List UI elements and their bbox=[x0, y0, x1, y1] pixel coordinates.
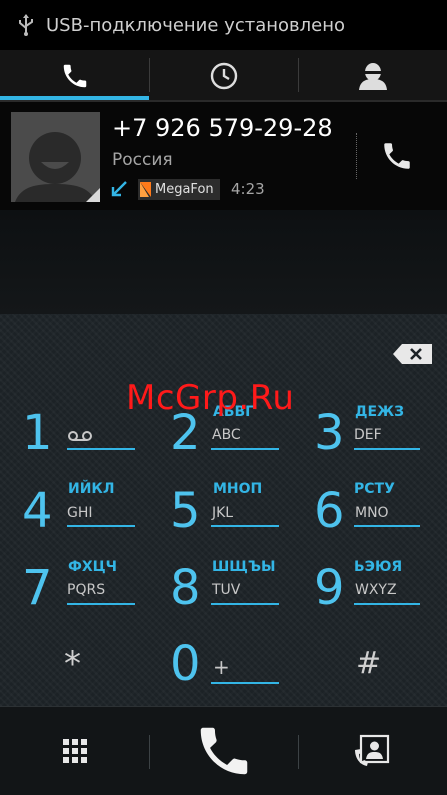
dial-key-5[interactable]: 5 МНОП JKL bbox=[170, 481, 285, 559]
key-underline bbox=[211, 682, 279, 684]
action-bar bbox=[0, 706, 447, 795]
key-latin-letters: GHI bbox=[67, 505, 93, 521]
key-latin-letters: TUV bbox=[212, 582, 241, 598]
dial-key-9[interactable]: 9 ЬЭЮЯ WXYZ bbox=[314, 559, 429, 636]
action-divider bbox=[149, 735, 150, 769]
action-divider bbox=[298, 735, 299, 769]
call-location: Россия bbox=[112, 150, 173, 170]
key-latin-letters: MNO bbox=[355, 505, 389, 521]
dialpad-toggle-button[interactable] bbox=[40, 707, 110, 795]
dial-key-1[interactable]: 1 bbox=[22, 407, 137, 481]
key-digit: 4 bbox=[22, 483, 53, 539]
call-duration: 4:23 bbox=[231, 180, 265, 198]
contacts-button[interactable] bbox=[336, 707, 406, 795]
clock-icon bbox=[210, 62, 237, 90]
dial-key-8[interactable]: 8 ШЩЪЫ TUV bbox=[170, 559, 285, 636]
key-underline bbox=[354, 603, 420, 605]
key-underline bbox=[67, 525, 135, 527]
key-cyrillic-letters: РСТУ bbox=[354, 481, 395, 497]
dial-key-0[interactable]: 0 + bbox=[170, 638, 285, 712]
incoming-arrow-icon bbox=[111, 181, 127, 197]
phone-number: +7 926 579-29-28 bbox=[112, 114, 333, 142]
status-bar: USB-подключение установлено bbox=[0, 0, 447, 50]
carrier-name: MegaFon bbox=[155, 182, 214, 197]
key-cyrillic-letters: ИЙКЛ bbox=[68, 481, 115, 497]
key-latin-letters: + bbox=[213, 655, 230, 679]
voicemail-icon bbox=[68, 431, 92, 441]
dial-key-4[interactable]: 4 ИЙКЛ GHI bbox=[22, 481, 137, 559]
person-icon bbox=[358, 63, 387, 90]
key-latin-letters: PQRS bbox=[67, 582, 106, 598]
dial-key-7[interactable]: 7 ФХЦЧ PQRS bbox=[22, 559, 137, 636]
key-underline bbox=[354, 525, 420, 527]
key-cyrillic-letters: ФХЦЧ bbox=[68, 559, 117, 575]
carrier-logo-icon bbox=[140, 182, 151, 197]
phone-icon bbox=[63, 64, 86, 88]
key-digit: * bbox=[64, 644, 81, 684]
dialpad-grid-icon bbox=[63, 739, 87, 763]
phone-icon bbox=[200, 727, 248, 775]
contact-card-icon bbox=[355, 734, 390, 766]
tab-phone[interactable] bbox=[0, 50, 149, 102]
entry-divider bbox=[356, 133, 357, 179]
key-cyrillic-letters: ДЕЖЗ bbox=[355, 404, 405, 420]
key-latin-letters: DEF bbox=[354, 427, 382, 443]
dial-key-star[interactable]: * bbox=[64, 642, 114, 716]
key-latin-letters: WXYZ bbox=[355, 582, 397, 598]
tab-bar bbox=[0, 50, 447, 102]
digits-field[interactable] bbox=[0, 330, 447, 378]
key-underline bbox=[211, 448, 279, 450]
key-underline bbox=[211, 525, 279, 527]
tab-recent[interactable] bbox=[149, 50, 298, 102]
key-underline bbox=[67, 448, 135, 450]
avatar[interactable] bbox=[11, 112, 100, 202]
key-underline bbox=[67, 603, 135, 605]
watermark: McGrp.Ru bbox=[126, 378, 295, 418]
key-underline bbox=[211, 603, 279, 605]
status-text: USB-подключение установлено bbox=[46, 14, 345, 36]
key-latin-letters: ABC bbox=[212, 427, 241, 443]
key-digit: 7 bbox=[22, 560, 53, 616]
key-digit: 1 bbox=[22, 405, 53, 461]
usb-icon bbox=[19, 14, 33, 36]
backspace-button[interactable] bbox=[392, 342, 434, 366]
key-underline bbox=[354, 448, 420, 450]
key-digit: # bbox=[356, 646, 382, 681]
tab-contacts[interactable] bbox=[298, 50, 447, 102]
key-cyrillic-letters: МНОП bbox=[213, 481, 263, 497]
key-latin-letters: JKL bbox=[212, 505, 234, 521]
phone-icon bbox=[384, 143, 410, 169]
key-cyrillic-letters: ЬЭЮЯ bbox=[354, 559, 403, 575]
dial-key-2[interactable]: 2 АБВГ ABC bbox=[170, 404, 285, 481]
key-cyrillic-letters: ШЩЪЫ bbox=[212, 559, 276, 575]
call-button[interactable] bbox=[180, 707, 268, 795]
call-back-button[interactable] bbox=[370, 131, 424, 181]
carrier-badge: MegaFon bbox=[138, 179, 220, 200]
default-avatar-icon bbox=[11, 112, 100, 202]
dial-key-3[interactable]: 3 ДЕЖЗ DEF bbox=[314, 404, 429, 481]
dial-key-6[interactable]: 6 РСТУ MNO bbox=[314, 481, 429, 559]
call-log-empty-area bbox=[0, 210, 447, 314]
